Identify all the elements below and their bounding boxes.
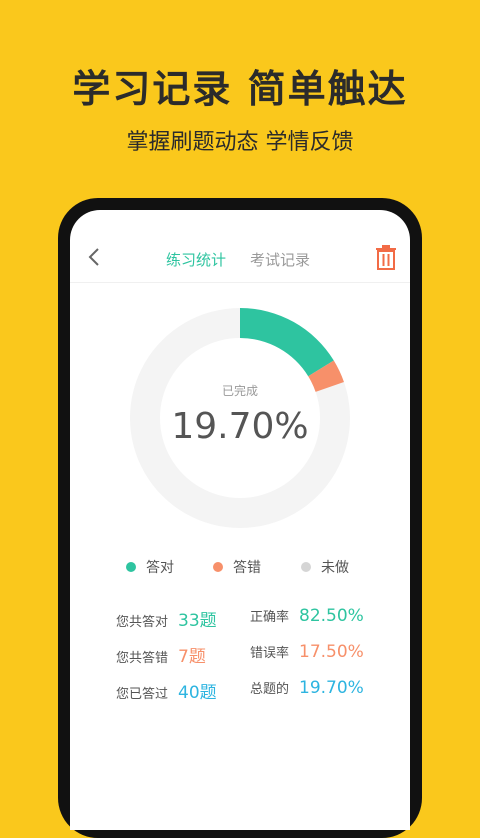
- stat-wrong-count-value: 7题: [178, 647, 206, 667]
- donut-segment-correct: [240, 308, 334, 377]
- legend-undone-dot: [301, 562, 311, 572]
- stat-wrong-rate-label: 错误率: [250, 646, 290, 661]
- legend-undone: 未做: [301, 557, 349, 577]
- tab-exam-records[interactable]: 考试记录: [250, 249, 310, 270]
- stat-overall-rate-label: 总题的: [250, 682, 290, 697]
- stat-overall-rate-value: 19.70%: [299, 678, 364, 698]
- trash-icon[interactable]: [374, 244, 398, 270]
- stat-done-count: 您已答过 40题: [116, 678, 217, 703]
- stat-wrong-rate: 错误率 17.50%: [250, 642, 364, 662]
- stat-correct-rate: 正确率 82.50%: [250, 606, 364, 626]
- stat-correct-rate-value: 82.50%: [299, 606, 364, 626]
- legend-correct: 答对: [126, 557, 174, 577]
- legend-wrong-label: 答错: [233, 560, 261, 576]
- legend-wrong: 答错: [213, 557, 261, 577]
- stat-correct-count-label: 您共答对: [116, 615, 169, 630]
- tab-practice-stats[interactable]: 练习统计: [166, 249, 226, 270]
- stat-overall-rate: 总题的 19.70%: [250, 678, 364, 698]
- back-arrow-icon[interactable]: [84, 246, 106, 268]
- donut-percentage: 19.70%: [171, 406, 309, 447]
- stat-done-count-label: 您已答过: [116, 687, 169, 702]
- stat-correct-count: 您共答对 33题: [116, 606, 217, 631]
- stat-done-count-value: 40题: [178, 683, 217, 703]
- legend-wrong-dot: [213, 562, 223, 572]
- hero-title: 学习记录 简单触达: [72, 67, 408, 111]
- donut-label: 已完成: [221, 384, 258, 398]
- stat-correct-count-value: 33题: [178, 611, 217, 631]
- hero-subtitle: 掌握刷题动态 学情反馈: [126, 130, 354, 155]
- stat-wrong-count: 您共答错 7题: [116, 642, 206, 667]
- phone-screen: 练习统计 考试记录 已完成 19.70% 答对 答错 未做 您共答对 33题 您共…: [70, 210, 410, 830]
- legend-correct-dot: [126, 562, 136, 572]
- top-bar: 练习统计 考试记录: [70, 210, 410, 283]
- stat-wrong-rate-value: 17.50%: [299, 642, 364, 662]
- legend-undone-label: 未做: [321, 560, 349, 576]
- stat-correct-rate-label: 正确率: [250, 610, 290, 625]
- stat-wrong-count-label: 您共答错: [116, 651, 169, 666]
- legend-correct-label: 答对: [146, 560, 174, 576]
